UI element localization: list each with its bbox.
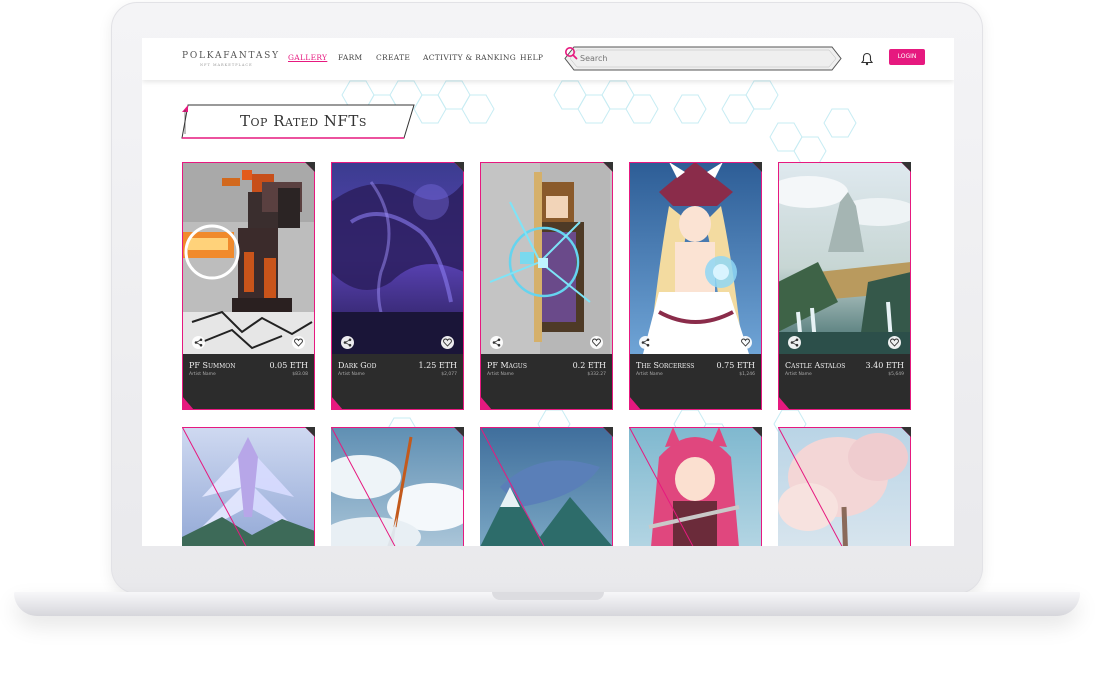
search-bar [564, 46, 842, 71]
search-icon[interactable] [564, 46, 578, 60]
nft-artwork[interactable] [182, 427, 315, 546]
nft-price: 0.2 ETH [572, 361, 606, 370]
nft-card[interactable]: The Sorceress Artist Name 0.75 ETH $1,24… [629, 162, 762, 410]
nft-info: PF Summon Artist Name 0.05 ETH $83.08 [182, 354, 315, 410]
nft-artwork[interactable] [182, 162, 315, 354]
nft-usd-price: $332.27 [587, 372, 606, 377]
heart-icon[interactable] [441, 336, 454, 349]
search-input[interactable] [580, 51, 810, 66]
nft-card[interactable] [331, 427, 464, 546]
nft-artwork[interactable] [629, 427, 762, 546]
nft-usd-price: $2,077 [441, 372, 457, 377]
laptop-notch [492, 592, 604, 600]
heart-icon[interactable] [888, 336, 901, 349]
nav-link-gallery[interactable]: GALLERY [288, 53, 327, 62]
brand-tagline: NFT MARKETPLACE [200, 63, 253, 67]
nft-card[interactable] [778, 427, 911, 546]
section-title: Top Rated NFTs [240, 112, 367, 130]
nav-link-create[interactable]: CREATE [376, 53, 410, 62]
nft-info: PF Magus Artist Name 0.2 ETH $332.27 [480, 354, 613, 410]
nft-artist: Artist Name [338, 372, 365, 377]
nft-card[interactable] [629, 427, 762, 546]
heart-icon[interactable] [739, 336, 752, 349]
nft-price: 3.40 ETH [865, 361, 904, 370]
top-navbar: POLKAFANTASY NFT MARKETPLACE GALLERY FAR… [142, 38, 954, 80]
nft-info: Castle Astalos Artist Name 3.40 ETH $5,6… [778, 354, 911, 410]
share-icon[interactable] [788, 336, 801, 349]
nft-name: PF Summon [189, 361, 236, 370]
nav-link-help[interactable]: HELP [520, 53, 543, 62]
laptop-screen: POLKAFANTASY NFT MARKETPLACE GALLERY FAR… [142, 38, 954, 546]
login-button[interactable]: LOGIN [889, 49, 925, 65]
nav-link-farm[interactable]: FARM [338, 53, 363, 62]
bell-icon[interactable] [861, 52, 873, 66]
nft-artwork[interactable] [629, 162, 762, 354]
nft-info: The Sorceress Artist Name 0.75 ETH $1,24… [629, 354, 762, 410]
nft-artist: Artist Name [785, 372, 812, 377]
nft-artwork[interactable] [331, 427, 464, 546]
nft-price: 0.05 ETH [269, 361, 308, 370]
heart-icon[interactable] [292, 336, 305, 349]
section-banner: Top Rated NFTs [180, 104, 416, 140]
nft-card[interactable] [182, 427, 315, 546]
nft-card[interactable]: Dark God Artist Name 1.25 ETH $2,077 [331, 162, 464, 410]
nft-artwork[interactable] [778, 427, 911, 546]
brand-logo[interactable]: POLKAFANTASY [182, 51, 280, 61]
nft-usd-price: $1,246 [739, 372, 755, 377]
nft-artwork[interactable] [331, 162, 464, 354]
nft-artist: Artist Name [636, 372, 663, 377]
nft-artwork[interactable] [480, 427, 613, 546]
nft-artist: Artist Name [189, 372, 216, 377]
heart-icon[interactable] [590, 336, 603, 349]
share-icon[interactable] [192, 336, 205, 349]
nft-name: PF Magus [487, 361, 527, 370]
nft-artwork[interactable] [778, 162, 911, 354]
nft-card[interactable]: PF Summon Artist Name 0.05 ETH $83.08 [182, 162, 315, 410]
nft-price: 0.75 ETH [716, 361, 755, 370]
nft-card[interactable] [480, 427, 613, 546]
nft-card[interactable]: PF Magus Artist Name 0.2 ETH $332.27 [480, 162, 613, 410]
nft-usd-price: $83.08 [292, 372, 308, 377]
nft-artwork[interactable] [480, 162, 613, 354]
share-icon[interactable] [490, 336, 503, 349]
nft-info: Dark God Artist Name 1.25 ETH $2,077 [331, 354, 464, 410]
share-icon[interactable] [639, 336, 652, 349]
nft-name: Dark God [338, 361, 377, 370]
nft-name: The Sorceress [636, 361, 695, 370]
nft-name: Castle Astalos [785, 361, 846, 370]
nav-link-activity-ranking[interactable]: ACTIVITY & RANKING [423, 53, 516, 62]
nft-usd-price: $5,649 [888, 372, 904, 377]
share-icon[interactable] [341, 336, 354, 349]
nft-price: 1.25 ETH [418, 361, 457, 370]
nft-artist: Artist Name [487, 372, 514, 377]
nft-card[interactable]: Castle Astalos Artist Name 3.40 ETH $5,6… [778, 162, 911, 410]
